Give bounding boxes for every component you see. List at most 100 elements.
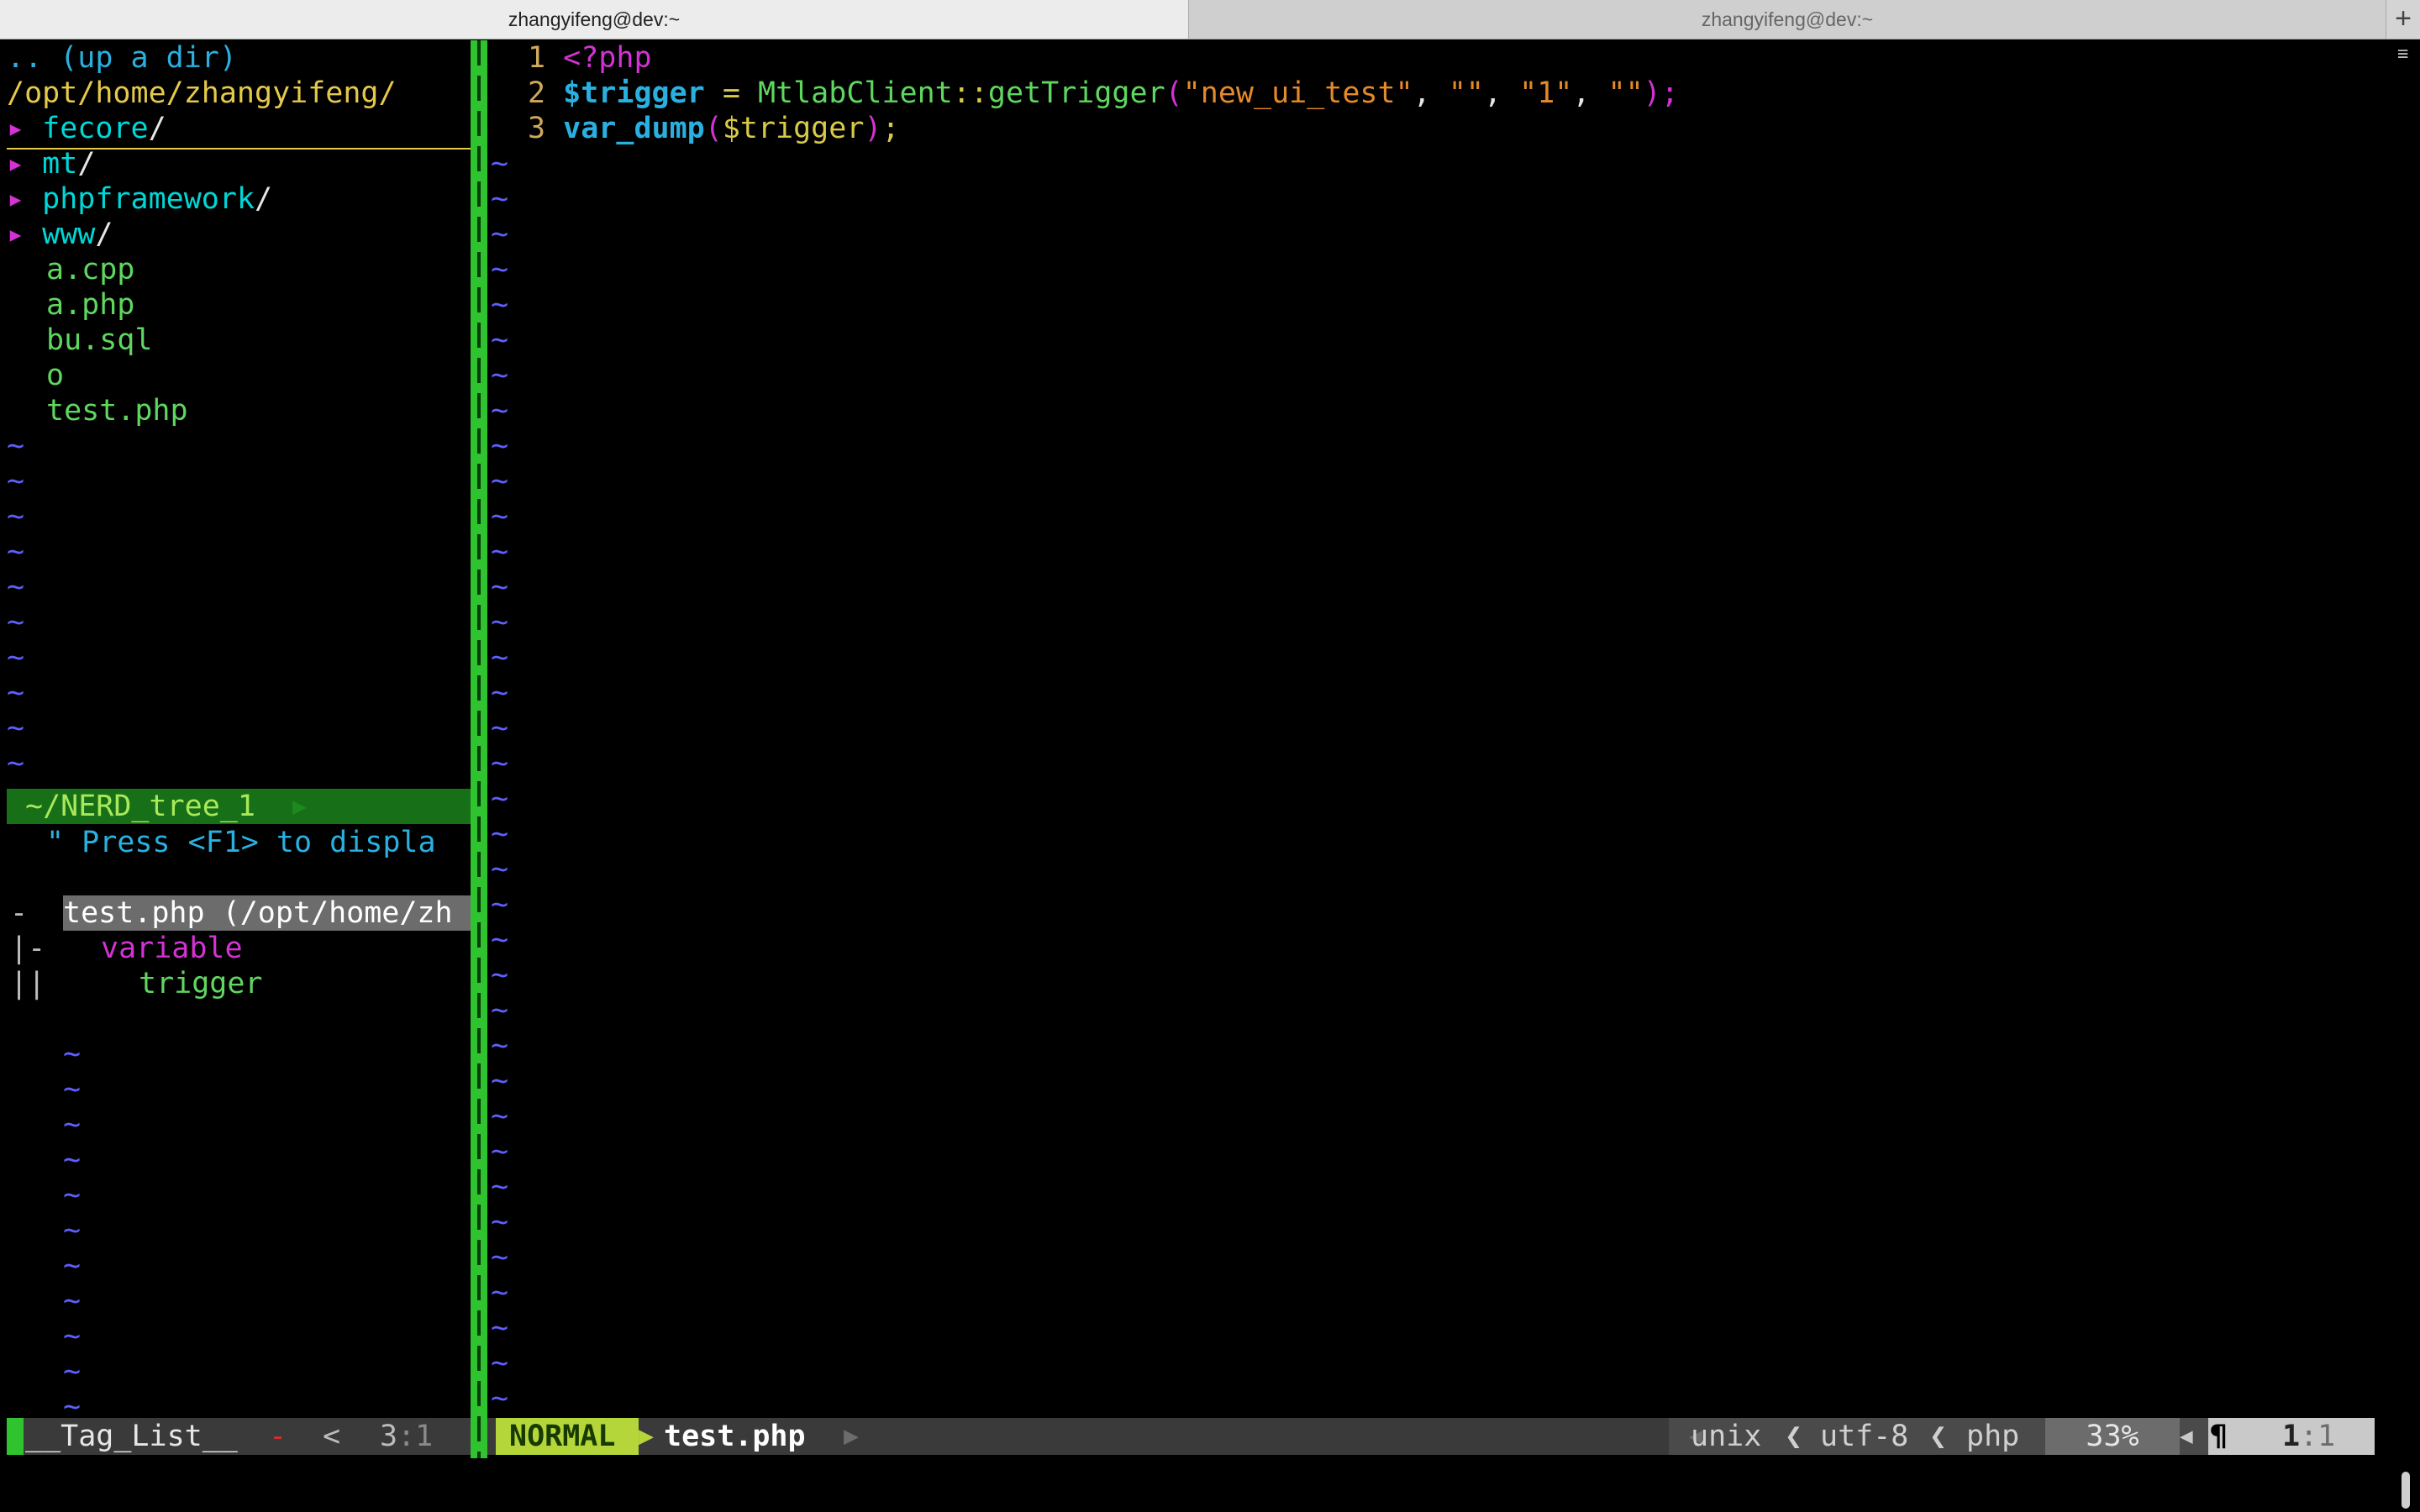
cursor-col: :1 bbox=[397, 1420, 434, 1453]
dir-slash: / bbox=[77, 147, 96, 181]
code-method-name: getTrigger bbox=[987, 76, 1165, 110]
taglist-tag-trigger[interactable]: trigger bbox=[139, 966, 263, 1001]
expand-arrow-icon: ▸ bbox=[7, 218, 25, 251]
editor-pane[interactable]: 1 <?php 2 $trigger = MtlabClient::getTri… bbox=[487, 40, 2388, 1418]
menu-icon[interactable]: ≡ bbox=[2397, 44, 2408, 65]
empty-line-marker: ~ bbox=[491, 606, 509, 639]
code-comma: , bbox=[1483, 76, 1502, 110]
scrollbar-thumb[interactable] bbox=[2402, 1472, 2410, 1509]
code-string: "" bbox=[1607, 76, 1644, 110]
code-operator: = bbox=[722, 76, 740, 110]
empty-line-marker: ~ bbox=[491, 253, 509, 286]
file-arrow-icon: ▶ bbox=[844, 1421, 860, 1451]
empty-line-marker: ~ bbox=[491, 359, 509, 392]
file-format: unix bbox=[1691, 1420, 1762, 1453]
nerdtree-file-o[interactable]: o bbox=[46, 358, 64, 393]
new-tab-icon[interactable]: + bbox=[2386, 0, 2420, 39]
empty-line-marker: ~ bbox=[491, 1241, 509, 1274]
taglist-cursor-position: 3:1 bbox=[380, 1418, 433, 1455]
code-class-name: MtlabClient bbox=[757, 76, 953, 110]
empty-line-marker: ~ bbox=[491, 429, 509, 463]
empty-line-marker: ~ bbox=[7, 465, 25, 498]
line-number: 3 bbox=[528, 112, 546, 145]
terminal-scrollbar[interactable] bbox=[2388, 40, 2420, 1512]
cursor-line: 3 bbox=[380, 1420, 398, 1453]
dir-name: fecore bbox=[42, 112, 149, 145]
nerdtree-dir-fecore[interactable]: ▸ fecore/ bbox=[7, 111, 166, 146]
nerdtree-file-bu-sql[interactable]: bu.sql bbox=[46, 323, 152, 358]
taglist-separator: < bbox=[323, 1420, 341, 1453]
separator-icon: ❮ bbox=[1785, 1420, 1803, 1453]
empty-line-marker: ~ bbox=[63, 1320, 82, 1353]
empty-line-marker: ~ bbox=[7, 641, 25, 675]
line-number: 1 bbox=[528, 41, 546, 75]
tab-zhangyifeng-dev-2[interactable]: zhangyifeng@dev:~ bbox=[1189, 0, 2386, 39]
empty-line-marker: ~ bbox=[491, 323, 509, 357]
empty-line-marker: ~ bbox=[63, 1390, 82, 1418]
empty-line-marker: ~ bbox=[491, 500, 509, 533]
empty-line-marker: ~ bbox=[491, 817, 509, 851]
dir-name: www bbox=[42, 218, 96, 251]
nerdtree-dir-www[interactable]: ▸ www/ bbox=[7, 217, 113, 252]
terminal-tab-bar: zhangyifeng@dev:~ zhangyifeng@dev:~ + bbox=[0, 0, 2420, 39]
code-close-paren: ); bbox=[1643, 76, 1679, 110]
empty-line-marker: ~ bbox=[7, 429, 25, 463]
code-variable: $trigger bbox=[722, 112, 865, 145]
php-open-tag: <?php bbox=[563, 41, 652, 75]
code-line-3[interactable]: 3 var_dump($trigger); bbox=[528, 111, 900, 146]
empty-line-marker: ~ bbox=[7, 606, 25, 639]
empty-line-marker: ~ bbox=[491, 1064, 509, 1098]
empty-line-marker: ~ bbox=[491, 1100, 509, 1133]
nerdtree-file-a-cpp[interactable]: a.cpp bbox=[46, 252, 134, 287]
dir-name: mt bbox=[42, 147, 78, 181]
taglist-kind-marker: |- bbox=[10, 932, 46, 965]
nerdtree-root-path[interactable]: /opt/home/zhangyifeng/ bbox=[7, 76, 397, 111]
empty-line-marker: ~ bbox=[63, 1108, 82, 1142]
empty-line-marker: ~ bbox=[7, 500, 25, 533]
taglist-tag-marker: || bbox=[10, 967, 46, 1000]
empty-line-marker: ~ bbox=[7, 676, 25, 710]
file-type: php bbox=[1966, 1420, 2020, 1453]
taglist-kind-variable[interactable]: variable bbox=[101, 931, 243, 966]
empty-line-marker: ~ bbox=[63, 1355, 82, 1389]
code-string: "" bbox=[1448, 76, 1484, 110]
empty-line-marker: ~ bbox=[491, 1029, 509, 1063]
statusline-cursor-block bbox=[7, 1418, 24, 1455]
expand-arrow-icon: ▸ bbox=[7, 112, 25, 145]
code-string: "1" bbox=[1519, 76, 1573, 110]
code-semicolon: ; bbox=[881, 112, 900, 145]
nerdtree-up-dir[interactable]: .. (up a dir) bbox=[7, 40, 237, 76]
code-scope-separator: :: bbox=[952, 76, 988, 110]
empty-line-marker: ~ bbox=[491, 994, 509, 1027]
empty-line-marker: ~ bbox=[7, 747, 25, 780]
empty-line-marker: ~ bbox=[491, 1135, 509, 1168]
empty-line-marker: ~ bbox=[63, 1179, 82, 1212]
empty-line-marker: ~ bbox=[491, 676, 509, 710]
line-number-icon: ¶ bbox=[2210, 1420, 2228, 1453]
tab-zhangyifeng-dev-1[interactable]: zhangyifeng@dev:~ bbox=[0, 0, 1189, 39]
nerdtree-dir-phpframework[interactable]: ▸ phpframework/ bbox=[7, 181, 272, 217]
nerdtree-dir-mt[interactable]: ▸ mt/ bbox=[7, 146, 95, 181]
code-open-paren: ( bbox=[704, 112, 723, 145]
taglist-file-entry[interactable]: test.php (/opt/home/zh bbox=[63, 895, 471, 931]
empty-line-marker: ~ bbox=[491, 1276, 509, 1310]
nerdtree-pane: .. (up a dir) /opt/home/zhangyifeng/ ▸ f… bbox=[0, 40, 471, 1418]
nerdtree-file-a-php[interactable]: a.php bbox=[46, 287, 134, 323]
nerdtree-statusline-label: ~/NERD_tree_1 bbox=[25, 790, 255, 823]
expand-arrow-icon: ▸ bbox=[7, 182, 25, 216]
code-line-2[interactable]: 2 $trigger = MtlabClient::getTrigger("ne… bbox=[528, 76, 1679, 111]
nerdtree-file-test-php[interactable]: test.php bbox=[46, 393, 188, 428]
code-comma: , bbox=[1413, 76, 1431, 110]
empty-line-marker: ~ bbox=[63, 1037, 82, 1071]
empty-line-marker: ~ bbox=[491, 394, 509, 428]
code-string: "new_ui_test" bbox=[1182, 76, 1413, 110]
empty-line-marker: ~ bbox=[491, 923, 509, 957]
cursor-col: :1 bbox=[2300, 1420, 2336, 1453]
empty-line-marker: ~ bbox=[491, 1382, 509, 1415]
cursor-position: 1:1 bbox=[2282, 1418, 2335, 1455]
empty-line-marker: ~ bbox=[491, 782, 509, 816]
empty-line-marker: ~ bbox=[63, 1249, 82, 1283]
empty-line-marker: ~ bbox=[63, 1073, 82, 1106]
code-line-1[interactable]: 1 <?php bbox=[528, 40, 652, 76]
dir-name: phpframework bbox=[42, 182, 255, 216]
